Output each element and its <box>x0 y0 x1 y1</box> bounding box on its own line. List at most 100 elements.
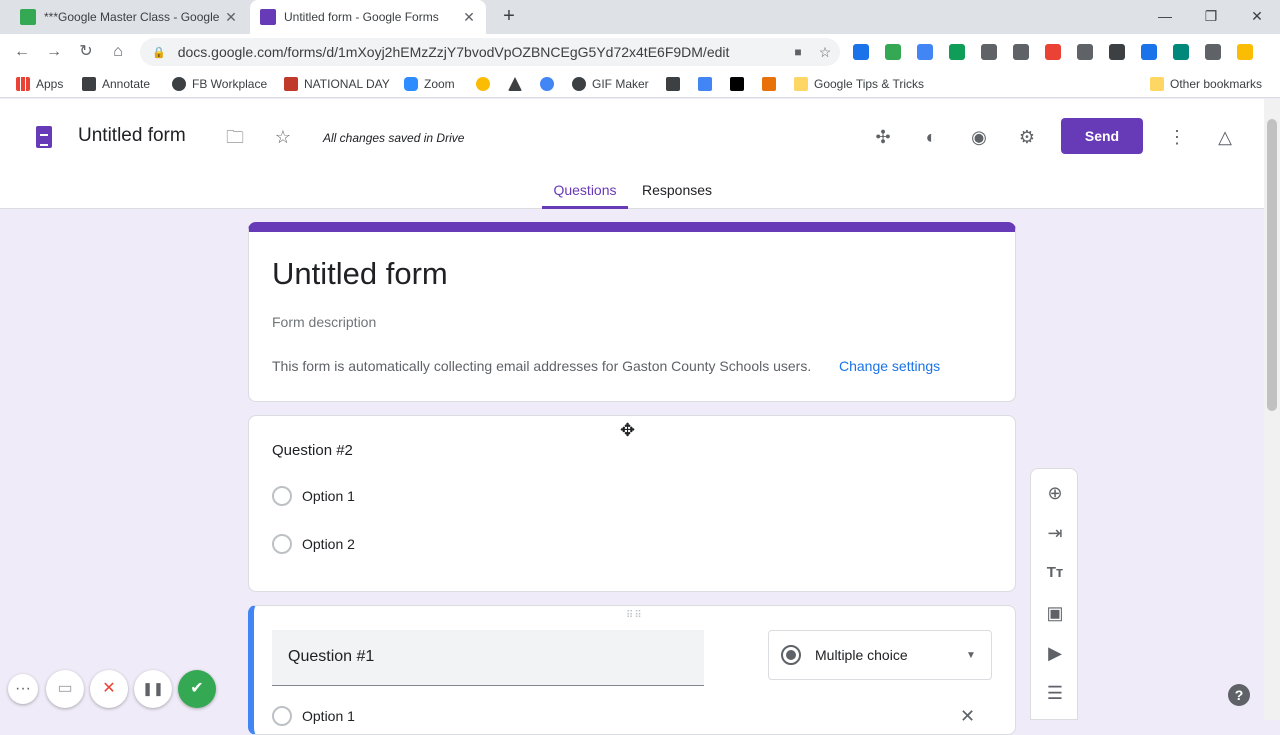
tab-questions[interactable]: Questions <box>542 182 628 209</box>
palette-icon[interactable]: ◐ <box>919 125 943 149</box>
question-type-label: Multiple choice <box>815 647 908 663</box>
browser-tab-untitled-form[interactable]: Untitled form - Google Forms ✕ <box>250 0 486 34</box>
bookmark-other[interactable]: Other bookmarks <box>1150 76 1262 92</box>
tab-title: Untitled form - Google Forms <box>284 10 439 24</box>
hexagon-icon <box>698 77 712 91</box>
address-bar[interactable]: 🔒 docs.google.com/forms/d/1mXoyj2hEMzZzj… <box>140 38 840 66</box>
bookmark-dots[interactable] <box>730 76 750 92</box>
extension-icon[interactable] <box>1013 44 1029 60</box>
lock-icon: 🔒 <box>152 46 166 59</box>
extension-icon[interactable] <box>1045 44 1061 60</box>
bookmark-google-tips[interactable]: Google Tips & Tricks <box>794 76 924 92</box>
new-tab-button[interactable]: + <box>498 5 520 27</box>
close-window-button[interactable]: ✕ <box>1234 4 1280 28</box>
close-tab-icon[interactable]: ✕ <box>458 9 480 26</box>
page-scrollbar[interactable] <box>1264 99 1280 720</box>
reload-button[interactable]: ↻ <box>74 40 98 64</box>
tab-responses[interactable]: Responses <box>636 182 718 198</box>
globe-icon <box>572 77 586 91</box>
forms-header: Untitled form 🗀 ☆ All changes saved in D… <box>0 99 1264 209</box>
back-button[interactable]: ← <box>10 40 34 64</box>
bookmark-tool[interactable] <box>666 76 686 92</box>
question-title-input[interactable]: Question #1 <box>272 630 704 686</box>
question-type-dropdown[interactable]: Multiple choice ▼ <box>768 630 992 680</box>
bookmark-annotate[interactable]: Annotate <box>82 76 150 92</box>
question-title: Question #2 <box>272 442 353 459</box>
recorder-pause-icon[interactable]: ❚❚ <box>134 670 172 708</box>
recorder-more-icon[interactable]: ··· <box>8 674 38 704</box>
star-icon[interactable]: ☆ <box>271 125 295 149</box>
document-title[interactable]: Untitled form <box>78 125 186 147</box>
active-question-card[interactable]: ⠿⠿ Question #1 Multiple choice ▼ Option … <box>248 605 1016 735</box>
floating-question-toolbar: ⊕ ⇥ Tт ▣ ▶ ☰ <box>1030 468 1078 720</box>
move-cursor-icon: ✥ <box>620 420 636 440</box>
question-card[interactable]: Question #2 Option 1 Option 2 <box>248 415 1016 592</box>
scrollbar-thumb[interactable] <box>1267 119 1277 411</box>
folder-icon <box>1150 77 1164 91</box>
recorder-cancel-icon[interactable]: ✕ <box>90 670 128 708</box>
drive-account-icon[interactable]: △ <box>1213 125 1237 149</box>
import-questions-icon[interactable]: ⇥ <box>1043 521 1067 545</box>
bookmark-apps[interactable]: Apps <box>16 76 63 92</box>
apps-grid-icon <box>16 77 30 91</box>
bookmark-gif-maker[interactable]: GIF Maker <box>572 76 649 92</box>
change-settings-link[interactable]: Change settings <box>839 358 940 374</box>
send-button[interactable]: Send <box>1061 118 1143 154</box>
home-button[interactable]: ⌂ <box>106 40 130 64</box>
add-title-icon[interactable]: Tт <box>1043 561 1067 585</box>
extension-icon[interactable] <box>981 44 997 60</box>
forward-button[interactable]: → <box>42 40 66 64</box>
extension-icon[interactable] <box>1205 44 1221 60</box>
add-video-icon[interactable]: ▶ <box>1043 641 1067 665</box>
option-row[interactable]: Option 1 <box>272 486 355 506</box>
restore-button[interactable]: ❐ <box>1188 4 1234 28</box>
recorder-camera-icon[interactable]: ▭ <box>46 670 84 708</box>
extension-icon[interactable] <box>1109 44 1125 60</box>
bookmark-hex[interactable] <box>698 76 718 92</box>
folder-icon[interactable]: 🗀 <box>223 125 247 149</box>
form-title[interactable]: Untitled form <box>272 256 448 292</box>
bookmark-emoji[interactable] <box>476 76 496 92</box>
option-row[interactable]: Option 1 <box>272 706 355 726</box>
tab-title: ***Google Master Class - Google <box>44 10 220 24</box>
add-section-icon[interactable]: ☰ <box>1043 681 1067 705</box>
addons-icon[interactable]: ✣ <box>871 125 895 149</box>
browser-tab-master-class[interactable]: ***Google Master Class - Google ✕ <box>8 0 248 34</box>
national-day-icon <box>284 77 298 91</box>
option-label[interactable]: Option 1 <box>302 708 355 724</box>
option-row[interactable]: Option 2 <box>272 534 355 554</box>
add-image-icon[interactable]: ▣ <box>1043 601 1067 625</box>
extension-icon[interactable] <box>949 44 965 60</box>
camera-icon[interactable]: ■ <box>786 45 810 59</box>
preview-eye-icon[interactable]: ◉ <box>967 125 991 149</box>
settings-gear-icon[interactable]: ⚙ <box>1015 125 1039 149</box>
extension-icon[interactable] <box>1141 44 1157 60</box>
add-question-icon[interactable]: ⊕ <box>1043 481 1067 505</box>
extension-icon[interactable] <box>917 44 933 60</box>
emoji-icon <box>476 77 490 91</box>
recorder-done-icon[interactable]: ✔ <box>178 670 216 708</box>
form-description-field[interactable]: Form description <box>272 314 376 330</box>
close-tab-icon[interactable]: ✕ <box>220 9 242 26</box>
forms-logo-icon[interactable] <box>36 126 52 148</box>
bookmark-c[interactable] <box>540 76 560 92</box>
minimize-button[interactable]: — <box>1142 4 1188 28</box>
extension-icon[interactable] <box>1237 44 1253 60</box>
extension-icon[interactable] <box>1173 44 1189 60</box>
bookmark-zoom[interactable]: Zoom <box>404 76 455 92</box>
form-title-card[interactable]: Untitled form Form description This form… <box>248 222 1016 402</box>
extension-icon[interactable] <box>885 44 901 60</box>
bookmark-national-day[interactable]: NATIONAL DAY <box>284 76 390 92</box>
help-icon[interactable]: ? <box>1228 684 1250 706</box>
url-text[interactable]: docs.google.com/forms/d/1mXoyj2hEMzZzjY7… <box>178 44 786 60</box>
more-options-icon[interactable]: ⋮ <box>1165 125 1189 149</box>
extension-icon[interactable] <box>1077 44 1093 60</box>
remove-option-icon[interactable]: ✕ <box>960 706 975 727</box>
bookmark-star-icon[interactable]: ☆ <box>810 44 840 61</box>
bookmark-drive[interactable] <box>508 76 528 92</box>
bookmark-fb-workplace[interactable]: FB Workplace <box>172 76 267 92</box>
email-collection-notice: This form is automatically collecting em… <box>272 358 812 374</box>
drag-handle-icon[interactable]: ⠿⠿ <box>626 610 643 621</box>
bookmark-shield[interactable] <box>762 76 782 92</box>
extension-icon[interactable] <box>853 44 869 60</box>
